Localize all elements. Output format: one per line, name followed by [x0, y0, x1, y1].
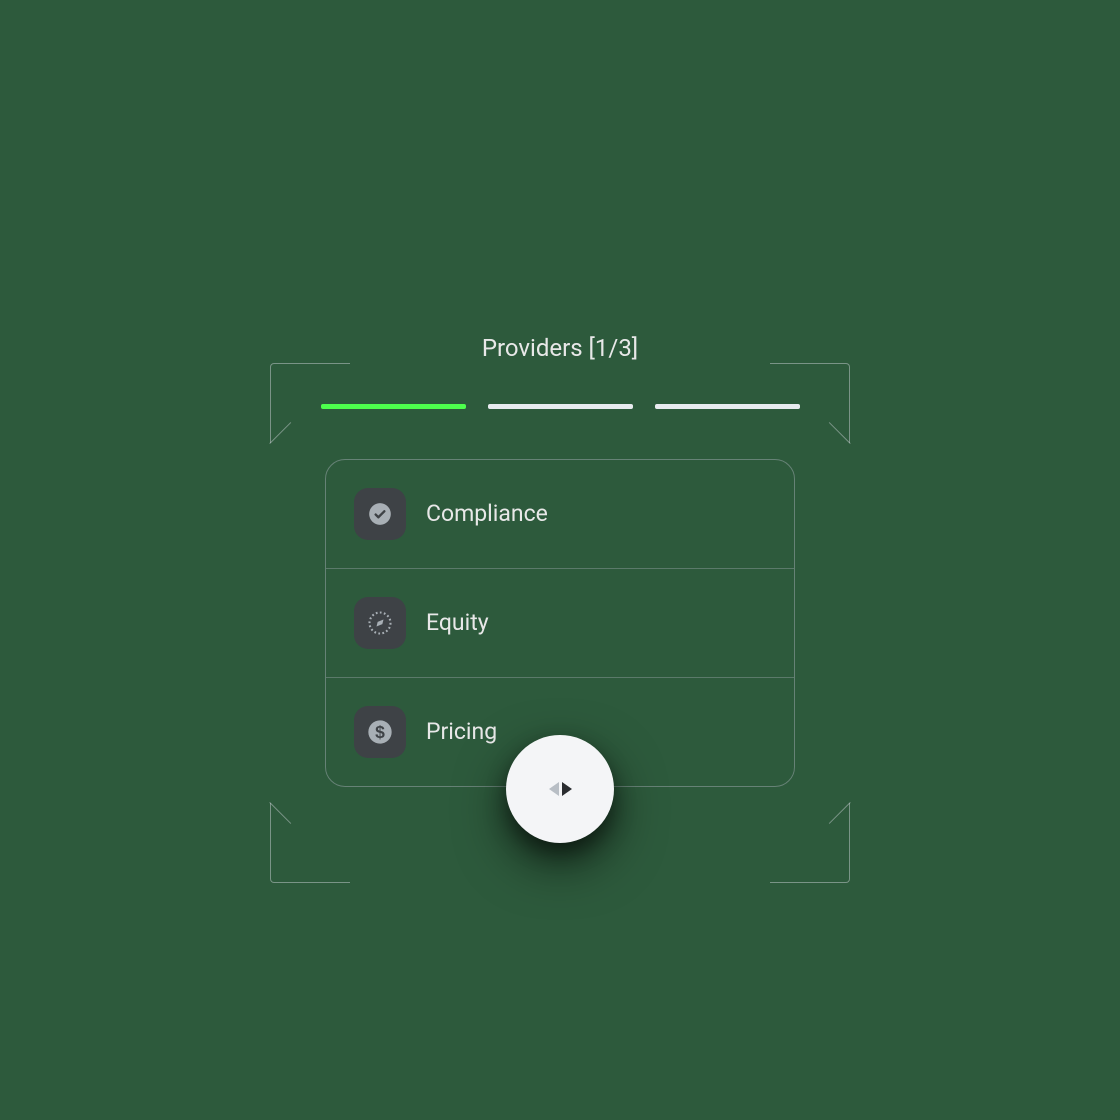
frame-wrapper: Compliance Equity $ — [325, 459, 795, 787]
progress-indicator — [321, 404, 800, 409]
frame-corner-tr — [770, 363, 850, 443]
item-label: Compliance — [426, 500, 548, 527]
arrow-right-icon — [562, 782, 572, 796]
frame-corner-br — [770, 803, 850, 883]
progress-step-2 — [488, 404, 633, 409]
list-item-equity[interactable]: Equity — [326, 569, 794, 678]
svg-text:$: $ — [375, 721, 385, 741]
list-item-compliance[interactable]: Compliance — [326, 460, 794, 569]
dollar-icon: $ — [354, 706, 406, 758]
progress-step-1 — [321, 404, 466, 409]
frame-corner-tl — [270, 363, 350, 443]
check-icon — [354, 488, 406, 540]
compass-icon — [354, 597, 406, 649]
item-label: Equity — [426, 609, 489, 636]
frame-corner-bl — [270, 803, 350, 883]
navigate-button[interactable] — [506, 735, 614, 843]
providers-widget: Providers [1/3] Compliance — [321, 334, 800, 787]
progress-step-3 — [655, 404, 800, 409]
widget-title: Providers [1/3] — [482, 334, 638, 362]
arrow-left-icon — [549, 782, 559, 796]
item-label: Pricing — [426, 718, 497, 745]
